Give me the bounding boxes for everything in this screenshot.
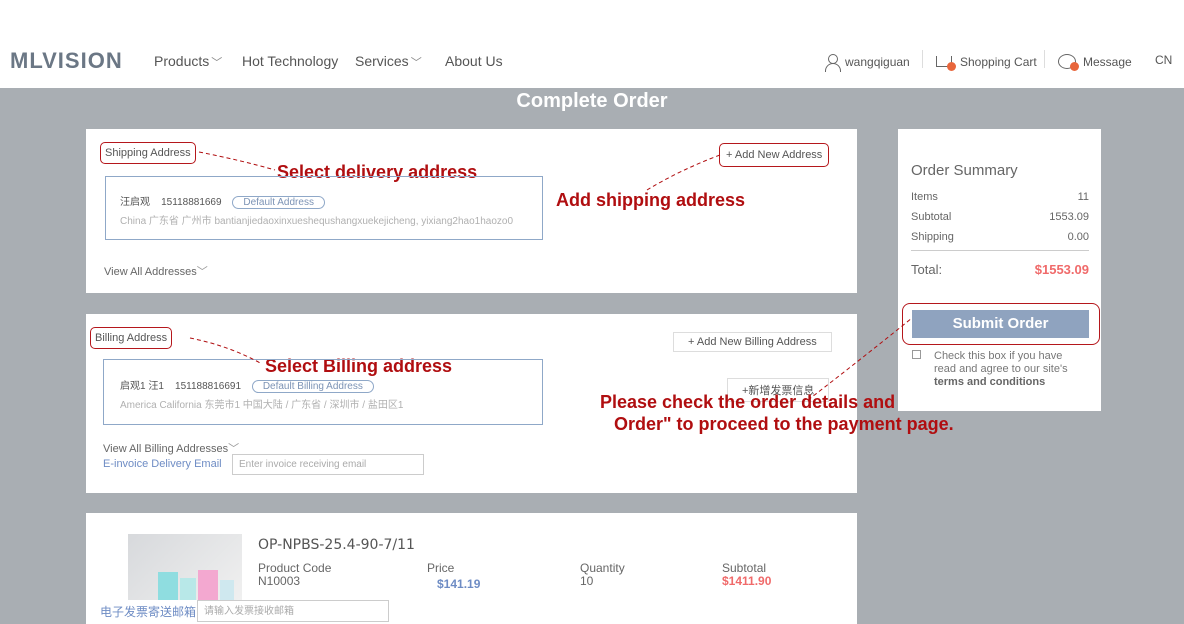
summary-row-total: Total: $1553.09 xyxy=(911,262,1089,277)
product-name[interactable]: OP-NPBS-25.4-90-7/11 xyxy=(258,537,415,553)
user-account[interactable]: wangqiguan xyxy=(823,53,910,72)
summary-divider xyxy=(911,250,1089,251)
billing-address-line: America California 东莞市1 中国大陆 / 广东省 / 深圳市… xyxy=(120,400,404,411)
header-divider xyxy=(922,50,923,68)
product-code: N10003 xyxy=(258,574,301,588)
username: wangqiguan xyxy=(845,55,910,69)
view-all-addresses[interactable]: View All Addresses﹀ xyxy=(104,263,208,279)
language-label: CN xyxy=(1155,53,1173,67)
logo[interactable]: MLVISION xyxy=(10,48,123,74)
shipping-contact-name: 汪启观 xyxy=(120,197,150,208)
shipping-address-contact: 汪启观 15118881669 Default Address xyxy=(120,193,325,209)
default-address-badge: Default Address xyxy=(232,196,325,209)
submit-annotation-line2: Order" to proceed to the payment page. xyxy=(614,414,954,434)
subtotal-label: Subtotal xyxy=(722,561,767,575)
shipping-address-line: China 广东省 广州市 bantianjiedaoxinxuesheqush… xyxy=(120,216,514,227)
message-label: Message xyxy=(1083,55,1132,69)
view-all-billing-addresses[interactable]: View All Billing Addresses﹀ xyxy=(103,440,239,456)
terms-checkbox[interactable] xyxy=(912,350,921,359)
product-code-label: Product Code xyxy=(258,561,332,575)
summary-shipping-value: 0.00 xyxy=(1067,231,1089,243)
summary-items-label: Items xyxy=(911,191,938,203)
add-shipping-annotation: Add shipping address xyxy=(556,190,746,210)
nav-about-us-label: About Us xyxy=(445,53,503,69)
price-label: Price xyxy=(427,561,455,575)
message-icon xyxy=(1057,53,1079,71)
page-title: Complete Order xyxy=(516,90,668,112)
product-price: $141.19 xyxy=(437,577,481,591)
terms-line1: Check this box if you have xyxy=(934,350,1063,362)
shipping-contact-phone: 15118881669 xyxy=(161,197,222,208)
nav-services[interactable]: Services ﹀ xyxy=(355,53,422,70)
summary-row-subtotal: Subtotal 1553.09 xyxy=(911,211,1089,223)
add-new-address-button[interactable]: + Add New Address xyxy=(719,143,830,167)
terms-line2: read and agree to our site's xyxy=(934,363,1068,375)
terms-link[interactable]: terms and conditions xyxy=(934,376,1068,389)
shopping-cart-link[interactable]: Shopping Cart xyxy=(934,53,1037,71)
view-all-billing-label: View All Billing Addresses xyxy=(103,443,229,455)
chevron-down-icon: ﹀ xyxy=(196,266,208,278)
cart-icon xyxy=(934,53,956,71)
billing-address-label: Billing Address xyxy=(90,327,173,349)
language-switch[interactable]: CN xyxy=(1155,53,1172,67)
chevron-down-icon: ﹀ xyxy=(211,57,223,69)
nav-services-label: Services xyxy=(355,53,409,69)
billing-contact-name: 启观1 汪1 xyxy=(120,381,164,392)
cn-email-input[interactable] xyxy=(197,600,389,622)
nav-products[interactable]: Products ﹀ xyxy=(154,53,222,70)
summary-total-value: $1553.09 xyxy=(1034,262,1089,277)
billing-address-contact: 启观1 汪1 151188816691 Default Billing Addr… xyxy=(120,377,374,393)
summary-shipping-label: Shipping xyxy=(911,231,954,243)
e-invoice-email-label: E-invoice Delivery Email xyxy=(103,458,222,470)
nav-about-us[interactable]: About Us xyxy=(445,53,503,69)
billing-contact-phone: 151188816691 xyxy=(175,381,242,392)
product-image[interactable] xyxy=(128,534,242,600)
summary-subtotal-label: Subtotal xyxy=(911,211,952,223)
terms-text: Check this box if you have read and agre… xyxy=(934,350,1068,389)
nav-hot-technology[interactable]: Hot Technology xyxy=(242,53,338,69)
add-new-billing-address-button[interactable]: + Add New Billing Address xyxy=(673,332,832,352)
product-quantity: 10 xyxy=(580,574,594,588)
site-header: MLVISION Products ﹀ Hot Technology Servic… xyxy=(0,0,1184,88)
shipping-address-label: Shipping Address xyxy=(100,142,196,164)
submit-order-button[interactable]: Submit Order xyxy=(912,310,1089,338)
product-subtotal: $1411.90 xyxy=(722,574,772,588)
e-invoice-email-input[interactable] xyxy=(232,454,424,475)
summary-row-items: Items 11 xyxy=(911,191,1089,203)
cart-label: Shopping Cart xyxy=(960,55,1037,69)
default-billing-address-badge: Default Billing Address xyxy=(251,380,374,393)
cn-email-label: 电子发票寄送邮箱 xyxy=(100,605,197,619)
summary-subtotal-value: 1553.09 xyxy=(1049,211,1089,223)
nav-products-label: Products xyxy=(154,53,210,69)
summary-total-label: Total: xyxy=(911,262,943,277)
header-divider xyxy=(1044,50,1045,68)
chevron-down-icon: ﹀ xyxy=(410,57,422,69)
order-summary-title: Order Summary xyxy=(911,162,1018,179)
summary-row-shipping: Shipping 0.00 xyxy=(911,231,1089,243)
nav-hot-technology-label: Hot Technology xyxy=(242,53,339,69)
user-icon xyxy=(823,53,841,72)
summary-items-value: 11 xyxy=(1077,191,1089,203)
view-all-addresses-label: View All Addresses xyxy=(104,266,197,278)
quantity-label: Quantity xyxy=(580,561,625,575)
message-link[interactable]: Message xyxy=(1057,53,1132,71)
